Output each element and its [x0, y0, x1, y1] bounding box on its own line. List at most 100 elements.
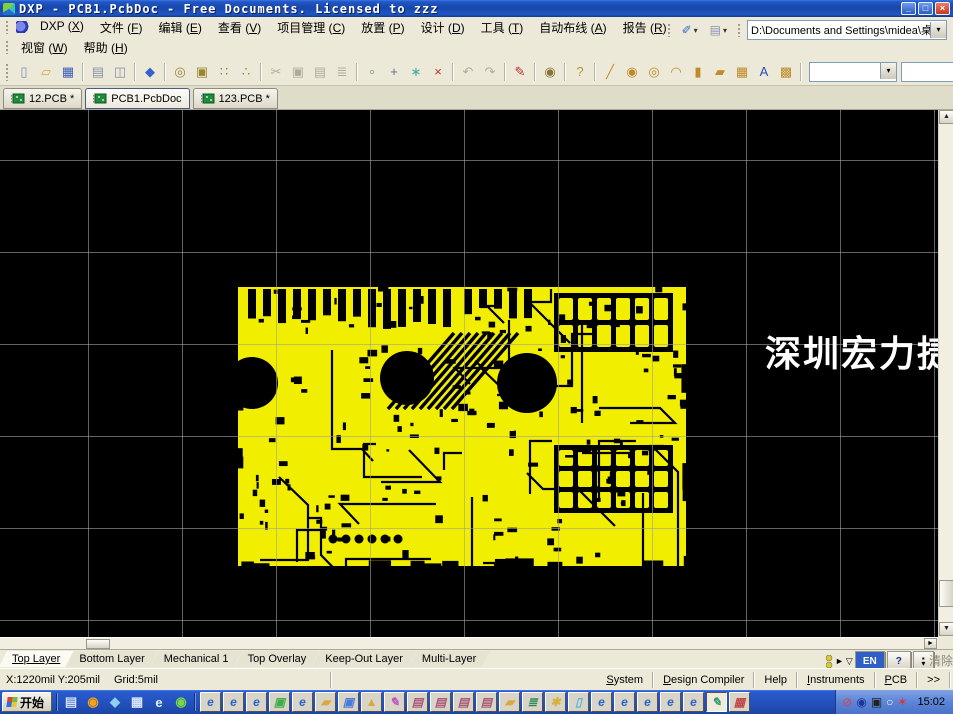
- paste-array-button[interactable]: ≣: [331, 61, 353, 83]
- maximize-button[interactable]: □: [918, 2, 933, 15]
- taskbar-window-folder-1[interactable]: ▰: [315, 692, 336, 712]
- layer-sets-button[interactable]: ◆: [139, 61, 161, 83]
- taskbar-window-winrar-3[interactable]: ▤: [453, 692, 474, 712]
- taskbar-window-pcb-app[interactable]: ▦: [729, 692, 750, 712]
- chevron-down-icon[interactable]: ▾: [880, 63, 896, 79]
- taskbar-window-folder-2[interactable]: ▰: [499, 692, 520, 712]
- taskbar-window-paint[interactable]: ✎: [384, 692, 405, 712]
- print-button[interactable]: ▤: [87, 61, 109, 83]
- horizontal-scrollbar[interactable]: ►: [0, 637, 938, 649]
- chevron-down-icon[interactable]: ▾: [694, 26, 698, 35]
- place-polygon-button[interactable]: ▰: [709, 61, 731, 83]
- taskbar-window-books[interactable]: ≣: [522, 692, 543, 712]
- document-path-combo[interactable]: D:\Documents and Settings\midea\桌面 ▾: [747, 20, 947, 40]
- scroll-right-button[interactable]: ►: [924, 638, 937, 649]
- taskbar-window-ie-8[interactable]: e: [660, 692, 681, 712]
- panel-design-compiler[interactable]: Design Compiler: [654, 672, 753, 688]
- layer-tab[interactable]: Bottom Layer: [66, 651, 157, 667]
- layer-tab[interactable]: Top Overlay: [235, 651, 320, 667]
- vertical-scrollbar[interactable]: ▲ ▼: [938, 110, 953, 637]
- alert-lamp-icon[interactable]: ✶: [897, 696, 907, 708]
- place-fill-button[interactable]: ▮: [687, 61, 709, 83]
- clear-filter-button[interactable]: ×: [427, 61, 449, 83]
- taskbar-window-ie-6[interactable]: e: [614, 692, 635, 712]
- menu-item[interactable]: 工具 (T): [473, 17, 532, 38]
- net-combo[interactable]: ▾: [901, 62, 953, 82]
- menu-item[interactable]: 查看 (V): [210, 17, 269, 38]
- place-array-button[interactable]: ▦: [731, 61, 753, 83]
- cut-button[interactable]: ✂: [265, 61, 287, 83]
- network-icon[interactable]: ▣: [871, 696, 882, 708]
- chevron-down-icon[interactable]: ▾: [723, 26, 727, 35]
- open-document-button[interactable]: ▱: [35, 61, 57, 83]
- interactive-routing-button[interactable]: ✎: [509, 61, 531, 83]
- menu-item[interactable]: 设计 (D): [413, 17, 473, 38]
- titlebar[interactable]: DXP - PCB1.PcbDoc - Free Documents. Lice…: [0, 0, 953, 17]
- paste-button[interactable]: ▤: [309, 61, 331, 83]
- copy-button[interactable]: ▣: [287, 61, 309, 83]
- start-button[interactable]: 开始: [2, 692, 52, 712]
- minimize-button[interactable]: _: [901, 2, 916, 15]
- print-preview-button[interactable]: ◫: [109, 61, 131, 83]
- zoom-fit-button[interactable]: ◎: [169, 61, 191, 83]
- place-pad-button[interactable]: ◉: [621, 61, 643, 83]
- document-tab[interactable]: 123.PCB *: [193, 88, 278, 109]
- menu-item[interactable]: 自动布线 (A): [531, 17, 614, 38]
- show-desktop-icon[interactable]: ▤: [62, 693, 80, 711]
- chevron-down-icon[interactable]: ▾: [930, 22, 946, 38]
- volume-muted-icon[interactable]: ⊘: [842, 696, 852, 708]
- windows-media-icon[interactable]: ◉: [172, 693, 190, 711]
- layer-tab[interactable]: Keep-Out Layer: [312, 651, 416, 667]
- menu-item[interactable]: 视窗 (W): [13, 37, 76, 58]
- close-button[interactable]: ×: [935, 2, 950, 15]
- calculator-icon[interactable]: ▦: [128, 693, 146, 711]
- taskbar-window-app-blue[interactable]: ▣: [338, 692, 359, 712]
- zoom-area-button[interactable]: ▣: [191, 61, 213, 83]
- place-line-button[interactable]: ╱: [599, 61, 621, 83]
- layer-tab[interactable]: Mechanical 1: [151, 651, 242, 667]
- place-string-button[interactable]: A: [753, 61, 775, 83]
- taskbar-window-tools[interactable]: ✱: [545, 692, 566, 712]
- help-balloon-button[interactable]: ?: [569, 61, 591, 83]
- tab-scroll-right-icon[interactable]: ►: [835, 654, 844, 668]
- menu-item[interactable]: 文件 (F): [92, 17, 151, 38]
- place-component-button[interactable]: ▩: [775, 61, 797, 83]
- toolbar-grip[interactable]: [5, 63, 10, 81]
- menu-item[interactable]: DXP (X): [32, 17, 92, 38]
- taskbar-window-dxp[interactable]: ✎: [706, 692, 727, 712]
- media-player-icon[interactable]: ◉: [84, 693, 102, 711]
- menu-item[interactable]: 项目管理 (C): [269, 17, 353, 38]
- wiring-tools-button[interactable]: ✐ ▾: [677, 21, 703, 39]
- internet-explorer-icon[interactable]: e: [150, 693, 168, 711]
- menu-item[interactable]: 编辑 (E): [151, 17, 210, 38]
- mask-filter-icon[interactable]: ▽: [846, 654, 853, 668]
- footprint-combo[interactable]: ▾: [809, 62, 897, 82]
- document-tab[interactable]: PCB1.PcbDoc: [85, 88, 189, 109]
- panel-help[interactable]: Help: [755, 672, 796, 688]
- vertical-scrollbar-thumb[interactable]: [939, 580, 953, 607]
- place-arc-button[interactable]: ◠: [665, 61, 687, 83]
- taskbar-window-ie-9[interactable]: e: [683, 692, 704, 712]
- new-document-button[interactable]: ▯: [13, 61, 35, 83]
- clear-mask-button[interactable]: 清除: [929, 652, 953, 669]
- panel-more[interactable]: >>: [918, 672, 949, 688]
- taskbar-window-winrar-2[interactable]: ▤: [430, 692, 451, 712]
- taskbar-window-ie-4[interactable]: e: [292, 692, 313, 712]
- panel-pcb[interactable]: PCB: [876, 672, 917, 688]
- taskbar-window-notebook[interactable]: ▯: [568, 692, 589, 712]
- scroll-down-button[interactable]: ▼: [939, 622, 953, 636]
- taskbar-window-ie-5[interactable]: e: [591, 692, 612, 712]
- place-via-button[interactable]: ◎: [643, 61, 665, 83]
- menu-item[interactable]: 放置 (P): [353, 17, 412, 38]
- document-tab[interactable]: 12.PCB *: [3, 88, 82, 109]
- audio-manager-icon[interactable]: ◉: [856, 696, 866, 708]
- undo-button[interactable]: ↶: [457, 61, 479, 83]
- menu-item[interactable]: 帮助 (H): [76, 37, 136, 58]
- pcb-canvas[interactable]: 深圳宏力捷: [0, 110, 938, 637]
- taskbar-window-recycle[interactable]: ▣: [269, 692, 290, 712]
- move-button[interactable]: +: [383, 61, 405, 83]
- save-button[interactable]: ▦: [57, 61, 79, 83]
- redo-button[interactable]: ↷: [479, 61, 501, 83]
- scroll-up-button[interactable]: ▲: [939, 110, 953, 124]
- find-similar-button[interactable]: ◉: [539, 61, 561, 83]
